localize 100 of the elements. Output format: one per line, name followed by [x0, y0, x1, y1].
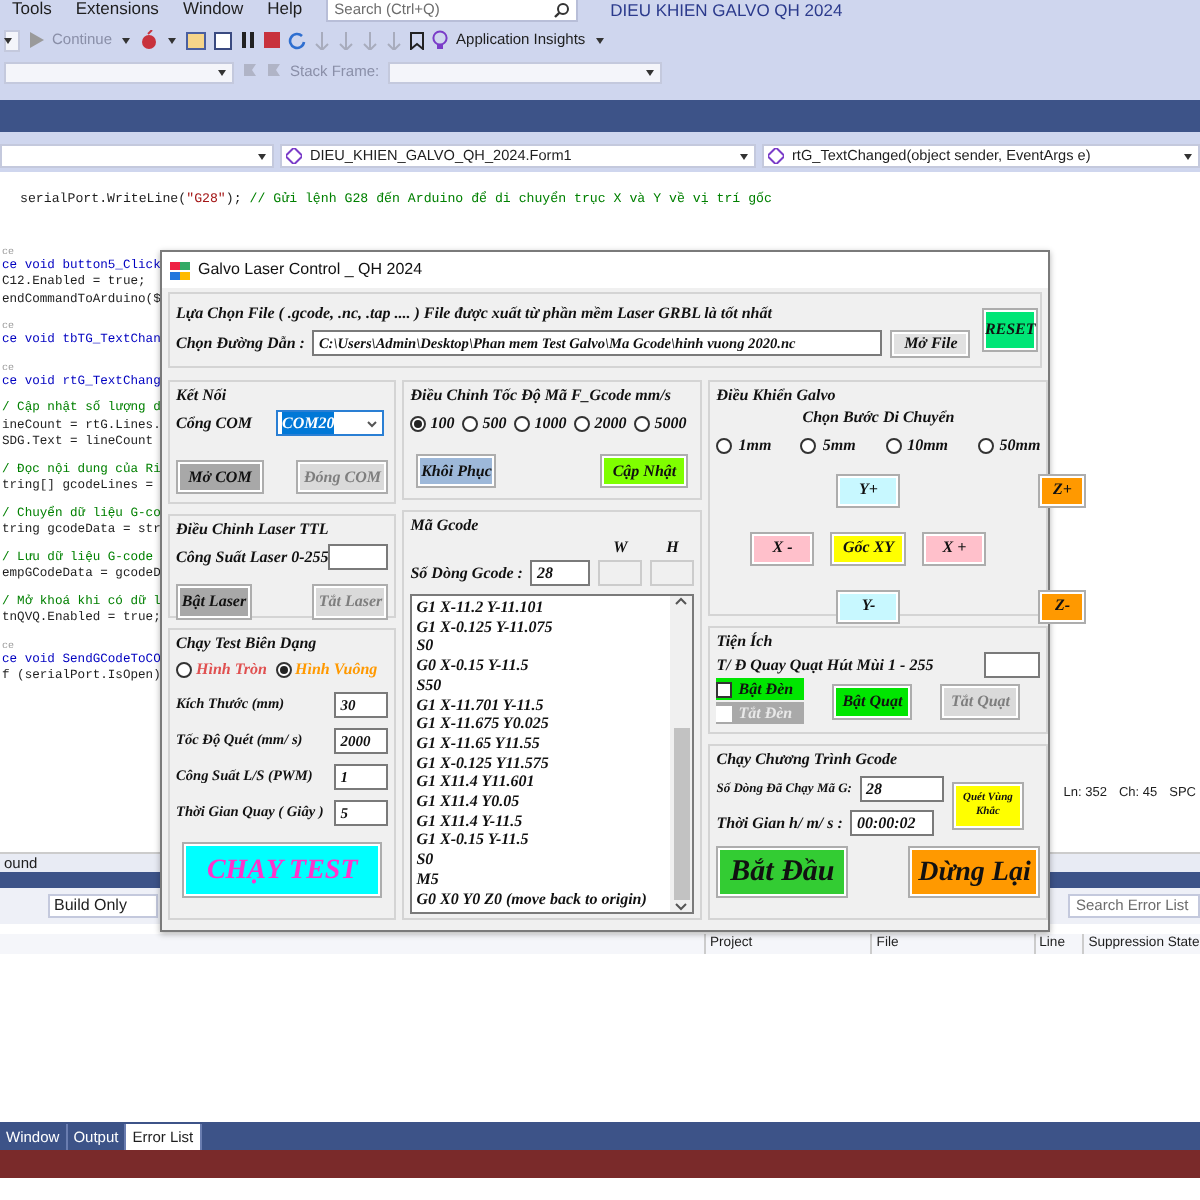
port-dropdown[interactable]: COM20: [276, 410, 385, 436]
gcode-line: G1 X-11.701 Y-11.5: [416, 695, 546, 715]
window-title: DIEU KHIEN GALVO QH 2024: [610, 0, 843, 20]
start-button[interactable]: Bắt Đầu: [716, 846, 849, 898]
x-minus-button[interactable]: X -: [750, 531, 815, 565]
scrollbar[interactable]: [670, 596, 693, 912]
laser-on-button[interactable]: Bật Laser: [176, 584, 252, 620]
speed-option-label[interactable]: 2000: [594, 412, 627, 436]
file-note: Lựa Chọn File ( .gcode, .nc, .tap .... ) File được xuất từ phần mềm Laser GRBL là tốt nhất: [176, 303, 774, 323]
gcode-line: M5: [416, 869, 441, 890]
gcode-line: G0 X0 Y0 Z0 (move back to origin): [416, 889, 649, 909]
gcode-line: G1 X-0.125 Y-11.075: [416, 617, 555, 637]
step-option-label[interactable]: 5mm: [822, 434, 856, 458]
stop-icon[interactable]: [264, 32, 281, 48]
update-button[interactable]: Cập Nhật: [600, 454, 689, 488]
group-title: Điều Chỉnh Laser TTL: [176, 520, 331, 540]
menu-item[interactable]: Extensions: [63, 0, 171, 18]
x-plus-button[interactable]: X +: [922, 531, 987, 565]
gcode-line: G1 X11.4 Y0.05: [416, 792, 522, 812]
menu-item[interactable]: Tools: [0, 0, 64, 18]
stop-button[interactable]: Dừng Lại: [908, 846, 1041, 898]
speed-option-label[interactable]: 5000: [654, 412, 687, 436]
gcode-line: G1 X-0.125 Y11.575: [416, 753, 551, 773]
fan-speed-field[interactable]: [984, 652, 1041, 678]
caret-icon: [593, 34, 606, 46]
step-option-label[interactable]: 50mm: [999, 434, 1041, 458]
light-checkbox[interactable]: Bật Đèn: [716, 678, 805, 700]
bookmark-icon[interactable]: [410, 31, 425, 49]
gcode-list[interactable]: [410, 594, 695, 914]
radio-button[interactable]: [574, 416, 591, 432]
menu-item[interactable]: Help: [255, 0, 315, 18]
time-label: Thời Gian h/ m/ s :: [716, 811, 843, 835]
caret-icon: [166, 34, 179, 46]
app-icon: [170, 261, 190, 279]
power-label: Công Suất Laser 0-255: [176, 545, 329, 569]
group-title: Chạy Test Biên Dạng: [176, 634, 319, 654]
caret-icon: [216, 66, 228, 78]
gcode-line: G1 X-0.15 Y-11.5: [416, 830, 531, 851]
speed-option-label[interactable]: 100: [430, 412, 455, 436]
size-field[interactable]: [650, 560, 695, 586]
size-field[interactable]: [598, 560, 643, 586]
radio-button[interactable]: [462, 416, 479, 432]
open-file-button[interactable]: Mở File: [890, 329, 971, 357]
gcode-line: G1 X-11.675 Y0.025: [416, 714, 551, 734]
gcode-line: G1 X11.4 Y-11.5: [416, 811, 525, 831]
group-title: Tiện Ích: [716, 632, 775, 652]
group-title: Mã Gcode: [410, 516, 481, 536]
power-field[interactable]: [328, 544, 389, 570]
method-icon: [768, 148, 784, 164]
radio-button[interactable]: [176, 662, 192, 678]
fan-on-button[interactable]: Bật Quạt: [832, 683, 913, 719]
y-plus-button[interactable]: Y+: [836, 473, 901, 507]
radio-button[interactable]: [410, 416, 427, 432]
gcode-line: G1 X11.4 Y11.601: [416, 772, 537, 793]
build-filter-dropdown[interactable]: Build Only: [48, 894, 158, 918]
path-label: Chọn Đường Dẫn :: [176, 331, 305, 355]
dropdown[interactable]: [4, 29, 20, 51]
scroll-thumb[interactable]: [673, 728, 690, 900]
search-icon: [554, 2, 571, 18]
gcode-line: S0: [416, 850, 436, 870]
time-field[interactable]: 00:00:02: [850, 810, 935, 836]
open-port-button[interactable]: Mở COM: [176, 460, 264, 494]
group-title: Điều Chỉnh Tốc Độ Mã F_Gcode mm/s: [410, 386, 673, 406]
gcode-line: G1 X-11.2 Y-11.101: [416, 598, 546, 618]
restore-button[interactable]: Khôi Phục: [416, 454, 497, 488]
radio-button[interactable]: [885, 438, 902, 454]
gcode-line: G0 X-0.15 Y-11.5: [416, 656, 531, 676]
lines-run-field[interactable]: 28: [859, 776, 944, 802]
menu-item[interactable]: Window: [170, 0, 256, 18]
size-label: W: [613, 536, 628, 560]
pause-icon[interactable]: [240, 32, 257, 48]
bulb-icon[interactable]: [432, 30, 449, 50]
window-title: Galvo Laser Control _ QH 2024: [198, 258, 423, 282]
caret-icon: [366, 417, 379, 429]
gcode-line: S50: [416, 675, 444, 696]
step-option-label[interactable]: 1mm: [738, 434, 772, 458]
radio-button[interactable]: [275, 662, 291, 678]
group-title: Chạy Chương Trình Gcode: [716, 750, 900, 770]
size-label: H: [666, 536, 679, 560]
z-plus-button[interactable]: Z+: [1038, 473, 1087, 507]
radio-button[interactable]: [800, 438, 817, 454]
speed-option-label[interactable]: 1000: [534, 412, 567, 436]
scroll-down-icon: [674, 900, 689, 912]
fan-label: T/ Đ Quay Quạt Hút Mùi 1 - 255: [716, 653, 934, 677]
home-button[interactable]: Gốc XY: [830, 531, 907, 565]
y-minus-button[interactable]: Y-: [836, 589, 901, 623]
radio-button[interactable]: [716, 438, 733, 454]
z-minus-button[interactable]: Z-: [1038, 589, 1087, 623]
window-icon[interactable]: [186, 31, 207, 49]
radio-button[interactable]: [514, 416, 531, 432]
step-option-label[interactable]: 10mm: [907, 434, 949, 458]
line-count-field[interactable]: 28: [530, 560, 591, 586]
radio-button[interactable]: [634, 416, 651, 432]
group-title: Điều Khiển Galvo: [716, 386, 838, 406]
restart-icon[interactable]: [288, 31, 307, 49]
caret-icon: [643, 66, 656, 78]
radio-button[interactable]: [977, 438, 994, 454]
play-icon: [28, 32, 44, 48]
speed-option-label[interactable]: 500: [482, 412, 507, 436]
caret-icon: [120, 34, 133, 46]
